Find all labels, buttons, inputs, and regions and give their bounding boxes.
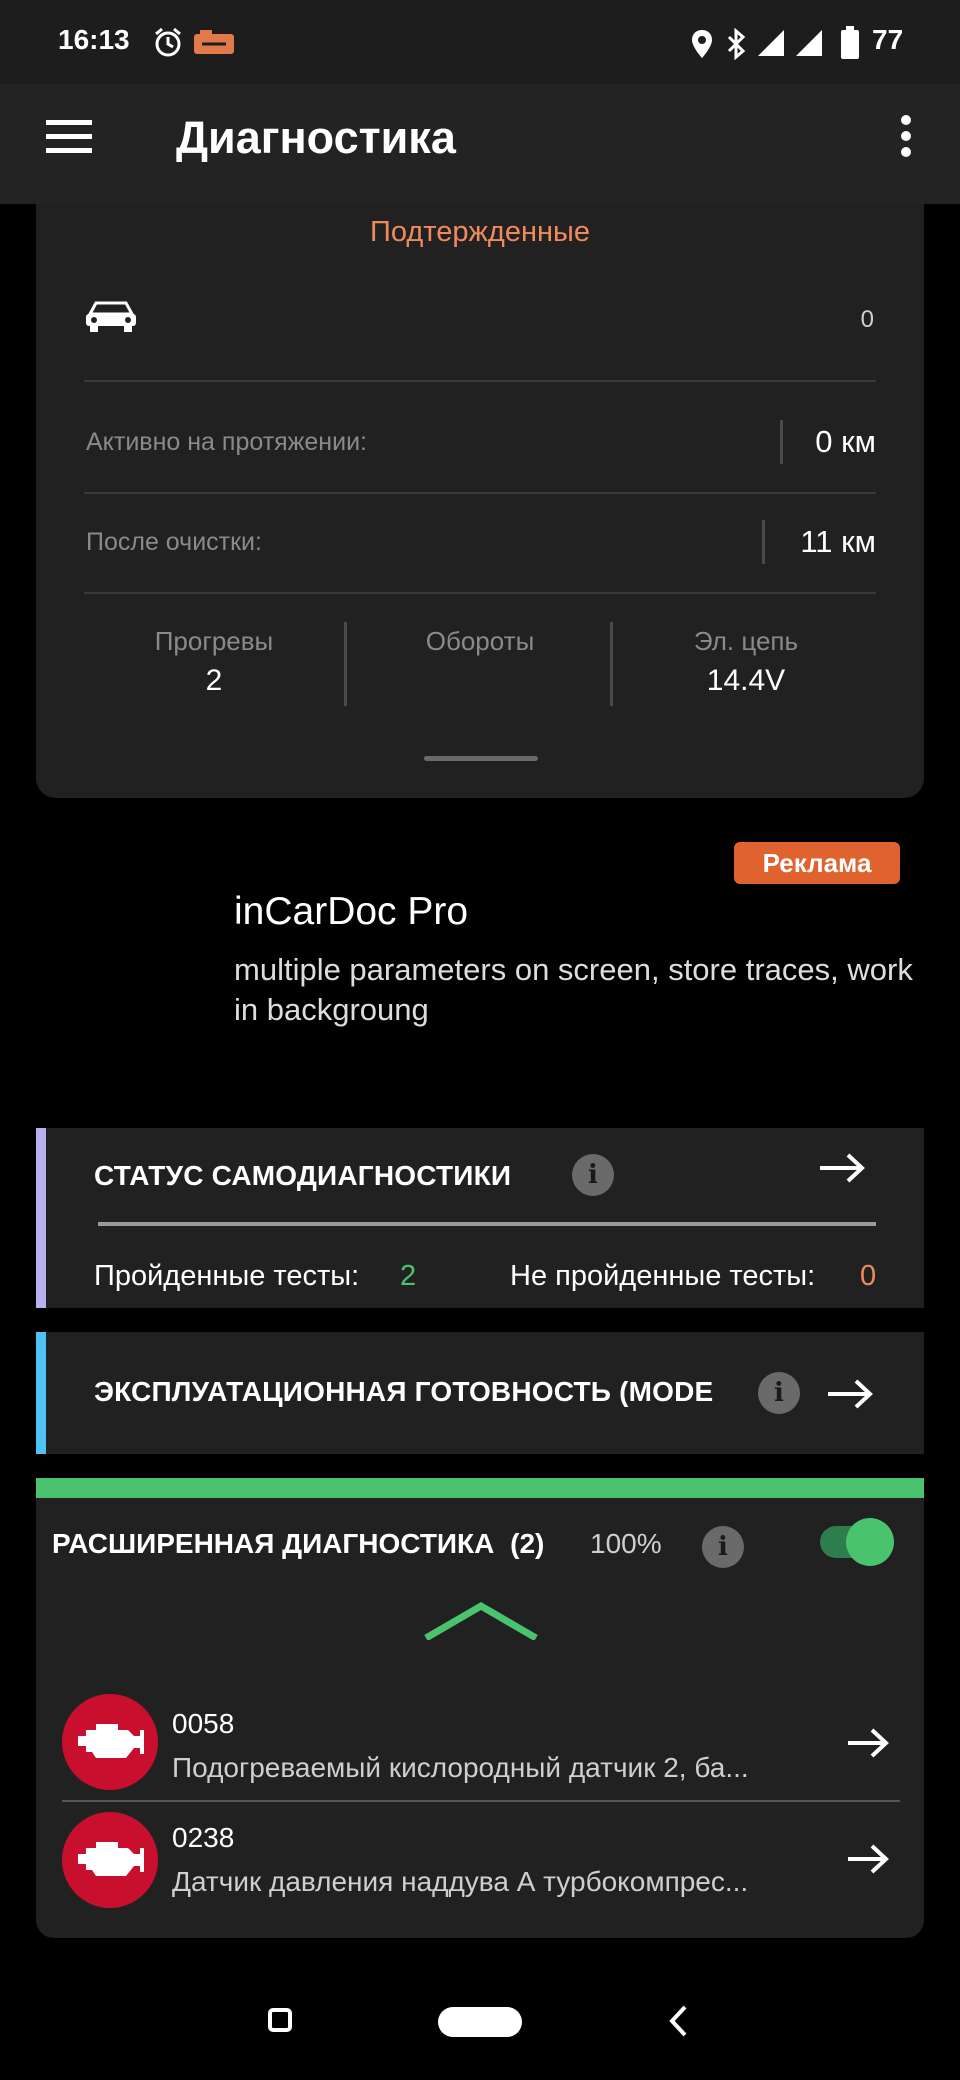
alarm-icon: [152, 26, 184, 58]
app-bar: [0, 84, 960, 204]
self-diagnostics-accent: [36, 1128, 46, 1308]
page-title: Диагностика: [176, 112, 456, 163]
readiness-title: ЭКСПЛУАТАЦИОННАЯ ГОТОВНОСТЬ (MODE: [94, 1376, 714, 1407]
confirmed-heading: Подтержденные: [370, 216, 590, 248]
dtc-description[interactable]: Подогреваемый кислородный датчик 2, ба..…: [172, 1752, 826, 1784]
failed-tests-value: 0: [860, 1260, 877, 1292]
progress-line: [98, 1222, 876, 1226]
status-time: 16:13: [58, 24, 130, 55]
ad-title[interactable]: inCarDoc Pro: [234, 890, 468, 934]
engine-warning-icon: [62, 1694, 158, 1790]
warmups-value: 2: [205, 664, 223, 697]
confirmed-count: 0: [860, 306, 874, 333]
readiness-accent: [36, 1332, 46, 1454]
arrow-right-icon[interactable]: [826, 1376, 876, 1412]
separator: [610, 622, 613, 706]
separator: [762, 520, 765, 564]
extended-diagnostics-title-text: РАСШИРЕННАЯ ДИАГНОСТИКА: [52, 1528, 495, 1559]
battery-level: 77: [872, 24, 904, 55]
signal-icon-2: [794, 28, 824, 58]
passed-tests-value: 2: [400, 1260, 417, 1292]
after-clear-label: После очистки:: [86, 528, 262, 556]
home-button[interactable]: [438, 2007, 522, 2037]
info-icon[interactable]: i: [702, 1526, 744, 1568]
rpm-label: Обороты: [425, 626, 535, 656]
location-icon: [688, 28, 716, 60]
menu-icon[interactable]: [46, 118, 92, 156]
self-diagnostics-title: СТАТУС САМОДИАГНОСТИКИ: [94, 1160, 512, 1191]
extended-diagnostics-count: (2): [510, 1528, 545, 1559]
extended-diagnostics-percent: 100%: [590, 1528, 662, 1559]
dtc-code[interactable]: 0238: [172, 1822, 234, 1854]
recents-button[interactable]: [268, 2008, 292, 2032]
dtc-description[interactable]: Датчик давления наддува А турбокомпрес..…: [172, 1866, 826, 1898]
failed-tests-label: Не пройденные тесты:: [510, 1260, 816, 1292]
ad-badge: Реклама: [734, 842, 900, 884]
passed-tests-label: Пройденные тесты:: [94, 1260, 360, 1292]
bluetooth-icon: [724, 28, 748, 60]
voltage-label: Эл. цепь: [693, 626, 799, 656]
active-distance-label: Активно на протяжении:: [86, 428, 367, 456]
divider: [84, 380, 876, 382]
more-options-icon[interactable]: [898, 114, 914, 158]
chevron-up-icon[interactable]: [422, 1600, 540, 1640]
confirmed-card: [36, 204, 924, 798]
divider: [84, 492, 876, 494]
info-icon[interactable]: i: [572, 1154, 614, 1196]
signal-icon-1: [756, 28, 786, 58]
info-icon[interactable]: i: [758, 1372, 800, 1414]
after-clear-value: 11 км: [800, 524, 876, 559]
divider: [62, 1800, 900, 1802]
collapse-handle[interactable]: [424, 756, 538, 761]
back-button[interactable]: [668, 2004, 688, 2038]
app-notification-icon: [192, 28, 236, 58]
extended-diagnostics-title: РАСШИРЕННАЯ ДИАГНОСТИКА (2): [52, 1528, 544, 1560]
ad-description[interactable]: multiple parameters on screen, store tra…: [234, 950, 914, 1030]
extended-toggle-knob[interactable]: [846, 1518, 894, 1566]
arrow-right-icon[interactable]: [818, 1150, 868, 1186]
engine-warning-icon: [62, 1812, 158, 1908]
voltage-value: 14.4V: [706, 664, 786, 697]
battery-icon: [840, 26, 860, 60]
warmups-label: Прогревы: [154, 626, 274, 656]
divider: [84, 592, 876, 594]
arrow-right-icon[interactable]: [846, 1726, 892, 1760]
dtc-code[interactable]: 0058: [172, 1708, 234, 1740]
active-distance-value: 0 км: [815, 424, 876, 459]
separator: [344, 622, 347, 706]
extended-diagnostics-accent: [36, 1478, 924, 1498]
car-icon: [84, 298, 138, 334]
arrow-right-icon[interactable]: [846, 1842, 892, 1876]
